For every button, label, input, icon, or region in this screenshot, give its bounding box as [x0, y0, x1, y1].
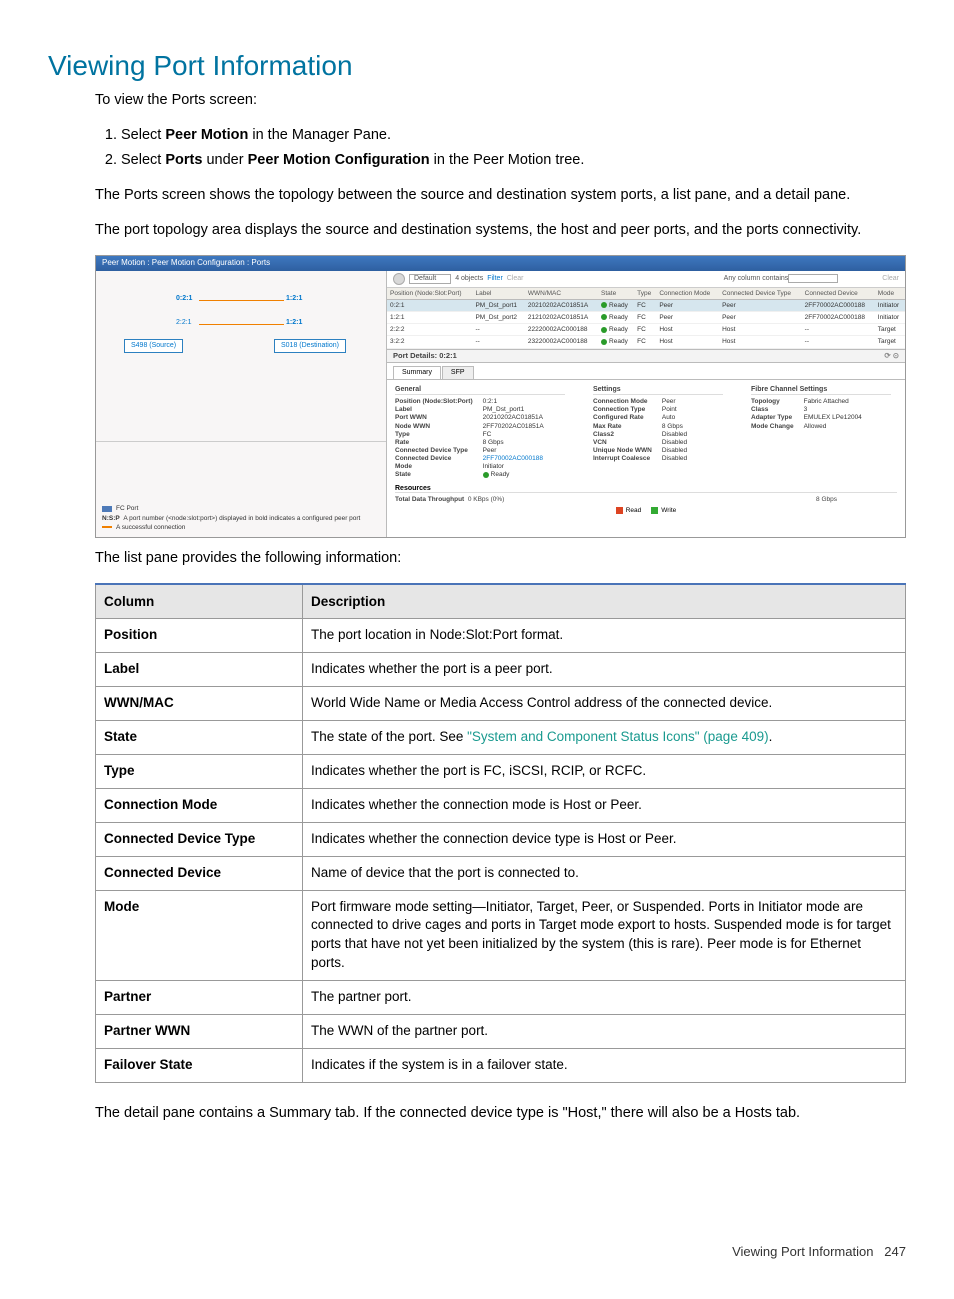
- table-row: Connected Device TypeIndicates whether t…: [96, 822, 906, 856]
- section-settings: Settings: [593, 386, 723, 396]
- table-row: Connected DeviceName of device that the …: [96, 856, 906, 890]
- gear-icon[interactable]: [393, 273, 405, 285]
- col-mode[interactable]: Mode: [875, 288, 905, 300]
- search-input[interactable]: [788, 274, 838, 283]
- view-dropdown[interactable]: Default: [409, 274, 451, 284]
- para-1: The Ports screen shows the topology betw…: [95, 185, 906, 206]
- section-general: General: [395, 386, 565, 396]
- topo-destination: S018 (Destination): [274, 339, 346, 353]
- step-2: Select Ports under Peer Motion Configura…: [121, 150, 906, 171]
- clear-link[interactable]: Clear: [507, 275, 524, 283]
- table-row: Failover StateIndicates if the system is…: [96, 1048, 906, 1082]
- col-cdt[interactable]: Connected Device Type: [719, 288, 802, 300]
- list-toolbar: Default 4 objects Filter Clear Any colum…: [387, 271, 905, 288]
- topology-area: 0:2:1 1:2:1 2:2:1 1:2:1 S498 (Source) S0…: [96, 271, 386, 442]
- th-column: Column: [96, 584, 303, 619]
- step-1: Select Peer Motion in the Manager Pane.: [121, 125, 906, 146]
- clear-button[interactable]: Clear: [882, 275, 899, 283]
- th-description: Description: [303, 584, 906, 619]
- ports-list-table: Position (Node:Slot:Port) Label WWN/MAC …: [387, 288, 905, 349]
- col-label[interactable]: Label: [472, 288, 524, 300]
- topology-legend: FC Port N:S:P A port number (<node:slot:…: [102, 503, 360, 530]
- topo-port: 0:2:1: [176, 295, 192, 303]
- topo-source: S498 (Source): [124, 339, 183, 353]
- table-row: WWN/MACWorld Wide Name or Media Access C…: [96, 687, 906, 721]
- col-cd[interactable]: Connected Device: [802, 288, 875, 300]
- para-2: The port topology area displays the sour…: [95, 220, 906, 241]
- table-row: LabelIndicates whether the port is a pee…: [96, 653, 906, 687]
- ports-screenshot: Peer Motion : Peer Motion Configuration …: [95, 255, 906, 538]
- page-title: Viewing Port Information: [48, 50, 906, 82]
- col-state[interactable]: State: [598, 288, 634, 300]
- col-wwnmac[interactable]: WWN/MAC: [525, 288, 598, 300]
- search-label: Any column contains: [724, 275, 789, 282]
- object-count: 4 objects: [455, 275, 483, 283]
- column-description-table: ColumnDescription PositionThe port locat…: [95, 583, 906, 1083]
- rw-legend: ReadWrite: [395, 507, 897, 514]
- table-row: ModePort firmware mode setting—Initiator…: [96, 890, 906, 981]
- ss-window-title: Peer Motion : Peer Motion Configuration …: [96, 256, 905, 271]
- table-row: PartnerThe partner port.: [96, 981, 906, 1015]
- col-type[interactable]: Type: [634, 288, 656, 300]
- topo-port: 1:2:1: [286, 295, 302, 303]
- status-icons-link[interactable]: "System and Component Status Icons" (pag…: [467, 729, 769, 744]
- table-row[interactable]: 1:2:1PM_Dst_port221210202AC01851AReadyFC…: [387, 312, 905, 324]
- table-row[interactable]: 2:2:2--22220002AC000188ReadyFCHostHost--…: [387, 324, 905, 336]
- table-row: Partner WWNThe WWN of the partner port.: [96, 1015, 906, 1049]
- section-resources: Resources: [395, 485, 897, 494]
- col-connmode[interactable]: Connection Mode: [656, 288, 719, 300]
- table-row: TypeIndicates whether the port is FC, iS…: [96, 755, 906, 789]
- table-row[interactable]: 0:2:1PM_Dst_port120210202AC01851AReadyFC…: [387, 300, 905, 312]
- table-row: Connection ModeIndicates whether the con…: [96, 788, 906, 822]
- topo-port: 2:2:1: [176, 319, 192, 327]
- col-position[interactable]: Position (Node:Slot:Port): [387, 288, 472, 300]
- table-row: StateThe state of the port. See "System …: [96, 721, 906, 755]
- detail-header: Port Details: 0:2:1⟳ ⊙: [387, 349, 905, 363]
- filter-link[interactable]: Filter: [487, 275, 503, 283]
- intro-text: To view the Ports screen:: [95, 90, 906, 111]
- table-row[interactable]: 3:2:2--23220002AC000188ReadyFCHostHost--…: [387, 336, 905, 348]
- tab-summary[interactable]: Summary: [393, 366, 441, 379]
- section-fc: Fibre Channel Settings: [751, 386, 891, 396]
- para-3: The list pane provides the following inf…: [95, 548, 906, 569]
- para-4: The detail pane contains a Summary tab. …: [95, 1103, 906, 1124]
- page-footer: Viewing Port Information 247: [48, 1244, 906, 1259]
- table-row: PositionThe port location in Node:Slot:P…: [96, 619, 906, 653]
- topo-port: 1:2:1: [286, 319, 302, 327]
- tab-sfp[interactable]: SFP: [442, 366, 474, 379]
